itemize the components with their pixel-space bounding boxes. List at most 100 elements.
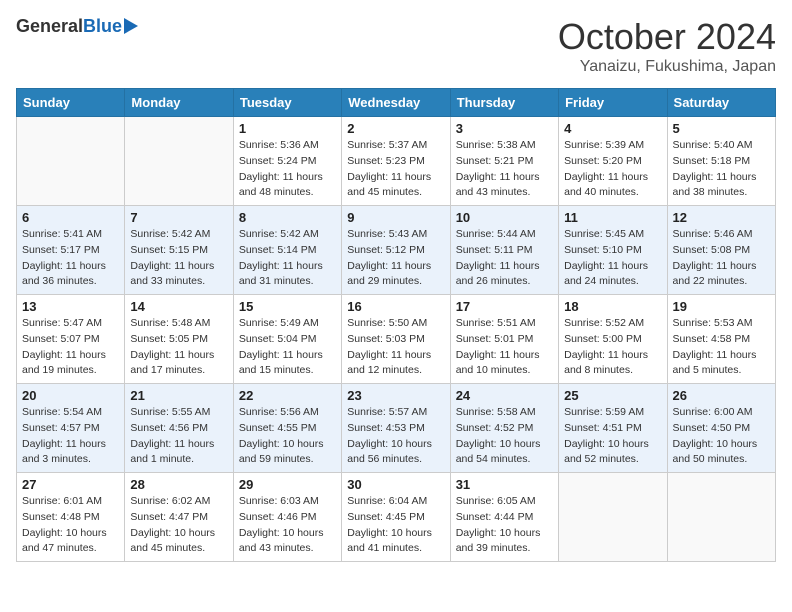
calendar-cell: 3Sunrise: 5:38 AM Sunset: 5:21 PM Daylig… (450, 117, 558, 206)
calendar-cell: 28 Sunrise: 6:02 AM Sunset: 4:47 PM Dayli… (125, 473, 233, 562)
logo-general-text: General (16, 16, 83, 37)
calendar-cell: 30 Sunrise: 6:04 AM Sunset: 4:45 PM Dayli… (342, 473, 450, 562)
day-number: 5 (673, 121, 770, 136)
day-info: Sunrise: 5:41 AM Sunset: 5:17 PM Dayligh… (22, 227, 119, 290)
calendar-week-row: 6 Sunrise: 5:41 AM Sunset: 5:17 PM Daylig… (17, 206, 776, 295)
calendar-cell: 11 Sunrise: 5:45 AM Sunset: 5:10 PM Dayli… (559, 206, 667, 295)
day-number: 13 (22, 299, 119, 314)
weekday-header-wednesday: Wednesday (342, 89, 450, 117)
calendar-cell: 17Sunrise: 5:51 AM Sunset: 5:01 PM Dayli… (450, 295, 558, 384)
calendar-table: SundayMondayTuesdayWednesdayThursdayFrid… (16, 88, 776, 562)
calendar-cell: 25 Sunrise: 5:59 AM Sunset: 4:51 PM Dayli… (559, 384, 667, 473)
day-info: Sunrise: 5:48 AM Sunset: 5:05 PM Dayligh… (130, 316, 227, 379)
calendar-week-row: 13 Sunrise: 5:47 AM Sunset: 5:07 PM Dayli… (17, 295, 776, 384)
calendar-cell: 20Sunrise: 5:54 AM Sunset: 4:57 PM Dayli… (17, 384, 125, 473)
day-number: 26 (673, 388, 770, 403)
day-number: 25 (564, 388, 661, 403)
calendar-cell: 26 Sunrise: 6:00 AM Sunset: 4:50 PM Dayli… (667, 384, 775, 473)
month-title: October 2024 (558, 16, 776, 58)
day-number: 23 (347, 388, 444, 403)
calendar-week-row: 27 Sunrise: 6:01 AM Sunset: 4:48 PM Dayli… (17, 473, 776, 562)
calendar-cell: 8 Sunrise: 5:42 AM Sunset: 5:14 PM Daylig… (233, 206, 341, 295)
calendar-cell: 21 Sunrise: 5:55 AM Sunset: 4:56 PM Dayli… (125, 384, 233, 473)
calendar-week-row: 1 Sunrise: 5:36 AM Sunset: 5:24 PM Daylig… (17, 117, 776, 206)
calendar-cell: 6 Sunrise: 5:41 AM Sunset: 5:17 PM Daylig… (17, 206, 125, 295)
day-number: 9 (347, 210, 444, 225)
day-number: 31 (456, 477, 553, 492)
day-info: Sunrise: 5:36 AM Sunset: 5:24 PM Dayligh… (239, 138, 336, 201)
day-number: 4 (564, 121, 661, 136)
day-number: 1 (239, 121, 336, 136)
calendar-cell: 9 Sunrise: 5:43 AM Sunset: 5:12 PM Daylig… (342, 206, 450, 295)
day-number: 15 (239, 299, 336, 314)
day-number: 8 (239, 210, 336, 225)
weekday-header-monday: Monday (125, 89, 233, 117)
day-number: 18 (564, 299, 661, 314)
calendar-cell: 31 Sunrise: 6:05 AM Sunset: 4:44 PM Dayli… (450, 473, 558, 562)
day-info: Sunrise: 5:39 AM Sunset: 5:20 PM Dayligh… (564, 138, 661, 201)
day-info: Sunrise: 5:49 AM Sunset: 5:04 PM Dayligh… (239, 316, 336, 379)
day-info: Sunrise: 6:05 AM Sunset: 4:44 PM Dayligh… (456, 494, 553, 557)
day-info: Sunrise: 6:02 AM Sunset: 4:47 PM Dayligh… (130, 494, 227, 557)
day-number: 27 (22, 477, 119, 492)
day-info: Sunrise: 5:42 AM Sunset: 5:14 PM Dayligh… (239, 227, 336, 290)
day-info: Sunrise: 5:59 AM Sunset: 4:51 PM Dayligh… (564, 405, 661, 468)
calendar-cell: 2 Sunrise: 5:37 AM Sunset: 5:23 PM Daylig… (342, 117, 450, 206)
day-info: Sunrise: 5:53 AM Sunset: 4:58 PM Dayligh… (673, 316, 770, 379)
day-info: Sunrise: 5:51 AM Sunset: 5:01 PM Dayligh… (456, 316, 553, 379)
day-info: Sunrise: 5:40 AM Sunset: 5:18 PM Dayligh… (673, 138, 770, 201)
calendar-week-row: 20Sunrise: 5:54 AM Sunset: 4:57 PM Dayli… (17, 384, 776, 473)
day-info: Sunrise: 5:44 AM Sunset: 5:11 PM Dayligh… (456, 227, 553, 290)
day-number: 7 (130, 210, 227, 225)
day-info: Sunrise: 6:04 AM Sunset: 4:45 PM Dayligh… (347, 494, 444, 557)
day-number: 11 (564, 210, 661, 225)
calendar-cell: 4 Sunrise: 5:39 AM Sunset: 5:20 PM Daylig… (559, 117, 667, 206)
calendar-cell (559, 473, 667, 562)
day-info: Sunrise: 5:45 AM Sunset: 5:10 PM Dayligh… (564, 227, 661, 290)
day-info: Sunrise: 6:01 AM Sunset: 4:48 PM Dayligh… (22, 494, 119, 557)
calendar-cell: 5 Sunrise: 5:40 AM Sunset: 5:18 PM Daylig… (667, 117, 775, 206)
weekday-header-saturday: Saturday (667, 89, 775, 117)
day-info: Sunrise: 5:50 AM Sunset: 5:03 PM Dayligh… (347, 316, 444, 379)
day-info: Sunrise: 5:57 AM Sunset: 4:53 PM Dayligh… (347, 405, 444, 468)
calendar-cell: 18 Sunrise: 5:52 AM Sunset: 5:00 PM Dayli… (559, 295, 667, 384)
day-number: 2 (347, 121, 444, 136)
header: General Blue October 2024 Yanaizu, Fukus… (16, 16, 776, 76)
calendar-cell: 12Sunrise: 5:46 AM Sunset: 5:08 PM Dayli… (667, 206, 775, 295)
day-info: Sunrise: 5:37 AM Sunset: 5:23 PM Dayligh… (347, 138, 444, 201)
day-number: 21 (130, 388, 227, 403)
day-info: Sunrise: 5:38 AM Sunset: 5:21 PM Dayligh… (456, 138, 553, 201)
day-number: 30 (347, 477, 444, 492)
day-info: Sunrise: 5:43 AM Sunset: 5:12 PM Dayligh… (347, 227, 444, 290)
day-number: 24 (456, 388, 553, 403)
weekday-header-thursday: Thursday (450, 89, 558, 117)
weekday-header-tuesday: Tuesday (233, 89, 341, 117)
day-info: Sunrise: 5:55 AM Sunset: 4:56 PM Dayligh… (130, 405, 227, 468)
day-number: 28 (130, 477, 227, 492)
day-info: Sunrise: 5:47 AM Sunset: 5:07 PM Dayligh… (22, 316, 119, 379)
day-info: Sunrise: 5:46 AM Sunset: 5:08 PM Dayligh… (673, 227, 770, 290)
day-info: Sunrise: 5:42 AM Sunset: 5:15 PM Dayligh… (130, 227, 227, 290)
calendar-cell: 1 Sunrise: 5:36 AM Sunset: 5:24 PM Daylig… (233, 117, 341, 206)
day-number: 10 (456, 210, 553, 225)
calendar-cell: 10 Sunrise: 5:44 AM Sunset: 5:11 PM Dayli… (450, 206, 558, 295)
logo-blue-text: Blue (83, 16, 122, 37)
logo-arrow-icon (124, 18, 138, 34)
calendar-cell: 29Sunrise: 6:03 AM Sunset: 4:46 PM Dayli… (233, 473, 341, 562)
day-number: 22 (239, 388, 336, 403)
day-info: Sunrise: 5:52 AM Sunset: 5:00 PM Dayligh… (564, 316, 661, 379)
calendar-cell: 14Sunrise: 5:48 AM Sunset: 5:05 PM Dayli… (125, 295, 233, 384)
day-info: Sunrise: 6:00 AM Sunset: 4:50 PM Dayligh… (673, 405, 770, 468)
day-info: Sunrise: 5:58 AM Sunset: 4:52 PM Dayligh… (456, 405, 553, 468)
calendar-cell: 23 Sunrise: 5:57 AM Sunset: 4:53 PM Dayli… (342, 384, 450, 473)
calendar-cell: 19 Sunrise: 5:53 AM Sunset: 4:58 PM Dayli… (667, 295, 775, 384)
day-number: 20 (22, 388, 119, 403)
calendar-cell: 15 Sunrise: 5:49 AM Sunset: 5:04 PM Dayli… (233, 295, 341, 384)
calendar-cell (667, 473, 775, 562)
logo: General Blue (16, 16, 138, 37)
day-number: 19 (673, 299, 770, 314)
day-info: Sunrise: 6:03 AM Sunset: 4:46 PM Dayligh… (239, 494, 336, 557)
calendar-cell: 22Sunrise: 5:56 AM Sunset: 4:55 PM Dayli… (233, 384, 341, 473)
day-number: 6 (22, 210, 119, 225)
calendar-cell: 24 Sunrise: 5:58 AM Sunset: 4:52 PM Dayli… (450, 384, 558, 473)
